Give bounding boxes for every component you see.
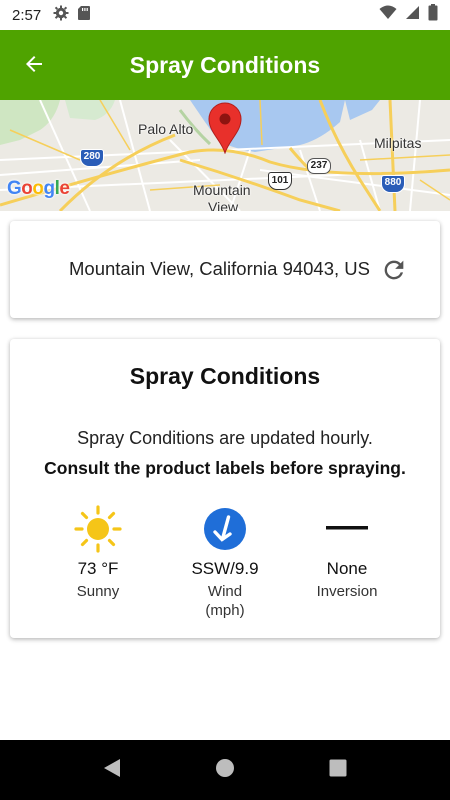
map-label-mountain-view: Mountain	[193, 182, 251, 198]
inversion-metric: None Inversion	[287, 507, 407, 601]
location-address: Mountain View, California 94043, US	[10, 258, 370, 280]
temperature-metric: 73 °F Sunny	[38, 505, 158, 601]
sd-card-icon	[77, 5, 91, 26]
refresh-button[interactable]	[380, 256, 408, 284]
refresh-icon	[380, 260, 408, 288]
map-label-milpitas: Milpitas	[374, 135, 422, 151]
highway-280-label: 280	[83, 151, 101, 162]
temperature-label: Sunny	[76, 583, 120, 600]
wind-label: Wind (mph)	[165, 582, 285, 620]
map-pin-icon[interactable]	[207, 102, 243, 159]
recents-square-icon	[327, 757, 349, 784]
map-label-mountain-view-2: View	[208, 199, 239, 211]
temperature-value: 73 °F	[77, 559, 119, 578]
wind-label-line2: (mph)	[205, 602, 245, 619]
back-triangle-icon	[102, 757, 122, 784]
sun-icon	[38, 505, 158, 553]
location-card: Mountain View, California 94043, US	[10, 221, 440, 318]
battery-icon	[428, 4, 438, 26]
wind-value: SSW/9.9	[191, 559, 259, 578]
conditions-title: Spray Conditions	[129, 363, 321, 389]
map-label-palo-alto: Palo Alto	[138, 121, 194, 137]
status-icons-left	[53, 5, 91, 26]
cellular-signal-icon	[405, 5, 420, 25]
location-address-text: Mountain View, California 94043, US	[69, 258, 370, 279]
google-logo: Google	[7, 178, 70, 199]
status-bar: 2:57	[0, 0, 450, 30]
system-nav-bar	[0, 740, 450, 800]
conditions-warning: Consult the product labels before sprayi…	[44, 458, 406, 478]
highway-880-shield: 880	[381, 175, 405, 193]
app-bar: Spray Conditions	[0, 30, 450, 100]
highway-101-shield: 101	[268, 172, 292, 190]
nav-back-button[interactable]	[100, 758, 124, 782]
wind-metric: SSW/9.9 Wind (mph)	[165, 507, 285, 620]
inversion-value: None	[326, 559, 368, 578]
highway-101-label: 101	[271, 175, 289, 186]
home-circle-icon	[214, 757, 236, 784]
back-button[interactable]	[18, 50, 50, 82]
conditions-update-note: Spray Conditions are updated hourly.	[77, 428, 373, 448]
status-time: 2:57	[12, 6, 42, 24]
highway-237-label: 237	[310, 160, 328, 171]
nav-home-button[interactable]	[213, 758, 237, 782]
gear-icon	[53, 5, 69, 26]
status-icons-right	[379, 4, 438, 26]
highway-880-label: 880	[384, 177, 402, 188]
wind-label-line1: Wind	[207, 583, 243, 600]
wifi-icon	[379, 5, 397, 25]
highway-280-shield: 280	[80, 149, 104, 167]
wind-direction-icon	[165, 507, 285, 551]
dash-icon	[287, 507, 407, 551]
page-title: Spray Conditions	[129, 51, 321, 78]
highway-237-shield: 237	[307, 158, 331, 174]
spray-conditions-card: Spray Conditions Spray Conditions are up…	[10, 339, 440, 638]
arrow-left-icon	[22, 52, 46, 81]
nav-recents-button[interactable]	[326, 758, 350, 782]
inversion-label: Inversion	[316, 583, 378, 600]
